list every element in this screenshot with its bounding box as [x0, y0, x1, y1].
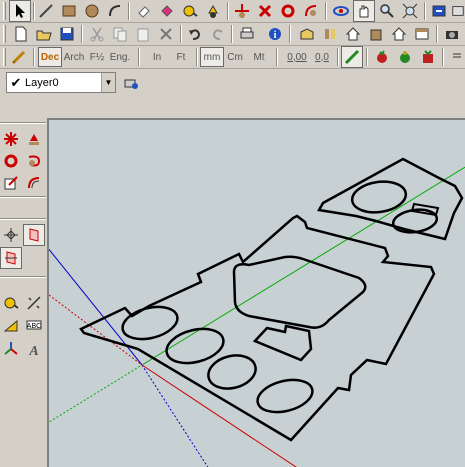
- section-plane-icon[interactable]: [0, 224, 22, 246]
- model-canvas[interactable]: [49, 120, 465, 467]
- unit-arch-button[interactable]: Arch: [62, 47, 86, 67]
- upper-plate: [317, 157, 464, 241]
- iso-view-icon[interactable]: [296, 23, 318, 45]
- rectangle-icon[interactable]: [58, 0, 80, 22]
- cut-icon[interactable]: [86, 23, 108, 45]
- svg-text:ABC: ABC: [27, 323, 41, 330]
- layer-manager-icon[interactable]: [120, 72, 142, 94]
- oval-cutout-1: [121, 305, 179, 341]
- toolbar-grip[interactable]: [3, 48, 6, 66]
- push-pull-icon[interactable]: [202, 0, 224, 22]
- svg-text:A: A: [28, 344, 38, 357]
- oval-cutout-4: [256, 378, 314, 414]
- unit-eng-button[interactable]: Eng.: [108, 47, 132, 67]
- measure-toggle-icon[interactable]: [341, 46, 363, 68]
- red-axis: [141, 364, 297, 467]
- orbit-icon[interactable]: [300, 0, 322, 22]
- delete-icon[interactable]: [155, 23, 177, 45]
- unit-mm-button[interactable]: mm: [200, 47, 224, 67]
- orbit-view-icon[interactable]: [330, 0, 352, 22]
- left-view-icon[interactable]: [411, 23, 433, 45]
- eraser-icon[interactable]: [133, 0, 155, 22]
- paint-bucket-icon[interactable]: [156, 0, 178, 22]
- move-icon[interactable]: [231, 0, 253, 22]
- precision-increase-button[interactable]: 0,0: [310, 47, 334, 67]
- dimension-icon[interactable]: [23, 292, 45, 314]
- tape-measure-tool-icon[interactable]: [0, 292, 22, 314]
- new-icon[interactable]: [10, 23, 32, 45]
- chevron-down-icon[interactable]: ▼: [101, 73, 115, 92]
- pan-icon[interactable]: [353, 0, 375, 22]
- blue-axis-hidden: [141, 364, 209, 467]
- line-pencil-icon[interactable]: [35, 0, 57, 22]
- right-view-icon[interactable]: [365, 23, 387, 45]
- pencil-unit-icon[interactable]: [8, 46, 30, 68]
- blue-axis: [49, 248, 143, 366]
- unit-feet-button[interactable]: Ft: [170, 47, 192, 67]
- toolbar-grip[interactable]: [3, 2, 6, 20]
- previous-view-icon[interactable]: [428, 0, 450, 22]
- text-icon[interactable]: ABC: [23, 314, 45, 336]
- plugin-green-icon[interactable]: [394, 46, 416, 68]
- undo-icon[interactable]: [184, 23, 206, 45]
- move-tool-icon[interactable]: [0, 128, 22, 150]
- zoom-extents-icon[interactable]: [399, 0, 421, 22]
- sketchup-window: i Dec Arch F½ Eng. In Ft mm Cm Mt 0,00 0…: [0, 0, 465, 467]
- main-toolbar: [0, 0, 465, 23]
- section-display-icon[interactable]: [23, 224, 45, 246]
- redo-icon[interactable]: [207, 23, 229, 45]
- green-axis-hidden: [49, 364, 143, 423]
- toolbar-grip[interactable]: [3, 25, 6, 43]
- svg-text:i: i: [274, 30, 277, 41]
- standard-toolbar: i: [0, 23, 465, 46]
- overflow-icon[interactable]: [448, 46, 465, 68]
- tape-measure-icon[interactable]: [179, 0, 201, 22]
- unit-inch-button[interactable]: In: [146, 47, 168, 67]
- copy-icon[interactable]: [109, 23, 131, 45]
- plugin-red-icon[interactable]: [371, 46, 393, 68]
- save-icon[interactable]: [56, 23, 78, 45]
- unit-fraction-button[interactable]: F½: [86, 47, 108, 67]
- top-view-icon[interactable]: [319, 23, 341, 45]
- next-view-icon[interactable]: [451, 0, 465, 22]
- plate-outline: [79, 214, 436, 442]
- red-axis-hidden: [49, 294, 143, 366]
- unit-dec-button[interactable]: Dec: [38, 47, 62, 67]
- layer-name: Layer0: [25, 76, 59, 89]
- print-icon[interactable]: [236, 23, 258, 45]
- circle-icon[interactable]: [81, 0, 103, 22]
- drawing-viewport[interactable]: [47, 118, 465, 467]
- rotate-icon[interactable]: [254, 0, 276, 22]
- front-view-icon[interactable]: [342, 23, 364, 45]
- unit-cm-button[interactable]: Cm: [224, 47, 246, 67]
- select-arrow-icon[interactable]: [9, 0, 31, 22]
- arc-icon[interactable]: [104, 0, 126, 22]
- offset-tool-icon[interactable]: [23, 172, 45, 194]
- follow-me-icon[interactable]: [23, 150, 45, 172]
- open-icon[interactable]: [33, 23, 55, 45]
- protractor-icon[interactable]: [0, 314, 22, 336]
- push-pull-tool-icon[interactable]: [23, 128, 45, 150]
- paste-icon[interactable]: [132, 23, 154, 45]
- visible-check-icon: ✔: [10, 74, 22, 90]
- layer-select[interactable]: ✔ Layer0 ▼: [6, 72, 116, 93]
- plugin-red2-icon[interactable]: [417, 46, 439, 68]
- camera-icon[interactable]: [441, 23, 463, 45]
- large-cutout: [232, 255, 367, 329]
- zoom-icon[interactable]: [376, 0, 398, 22]
- 3d-text-icon[interactable]: A: [23, 338, 45, 360]
- precision-decrease-button[interactable]: 0,00: [284, 47, 310, 67]
- scale-tool-icon[interactable]: [0, 172, 22, 194]
- axes-icon[interactable]: [0, 338, 22, 360]
- unit-mt-button[interactable]: Mt: [248, 47, 270, 67]
- units-toolbar: Dec Arch F½ Eng. In Ft mm Cm Mt 0,00 0,0: [0, 46, 465, 69]
- small-rect-cutout: [252, 324, 313, 362]
- offset-icon[interactable]: [277, 0, 299, 22]
- model-info-icon[interactable]: i: [264, 23, 286, 45]
- section-cut-icon[interactable]: [0, 247, 22, 269]
- back-view-icon[interactable]: [388, 23, 410, 45]
- left-toolbar: ABC A: [0, 118, 46, 467]
- rotate-tool-icon[interactable]: [0, 150, 22, 172]
